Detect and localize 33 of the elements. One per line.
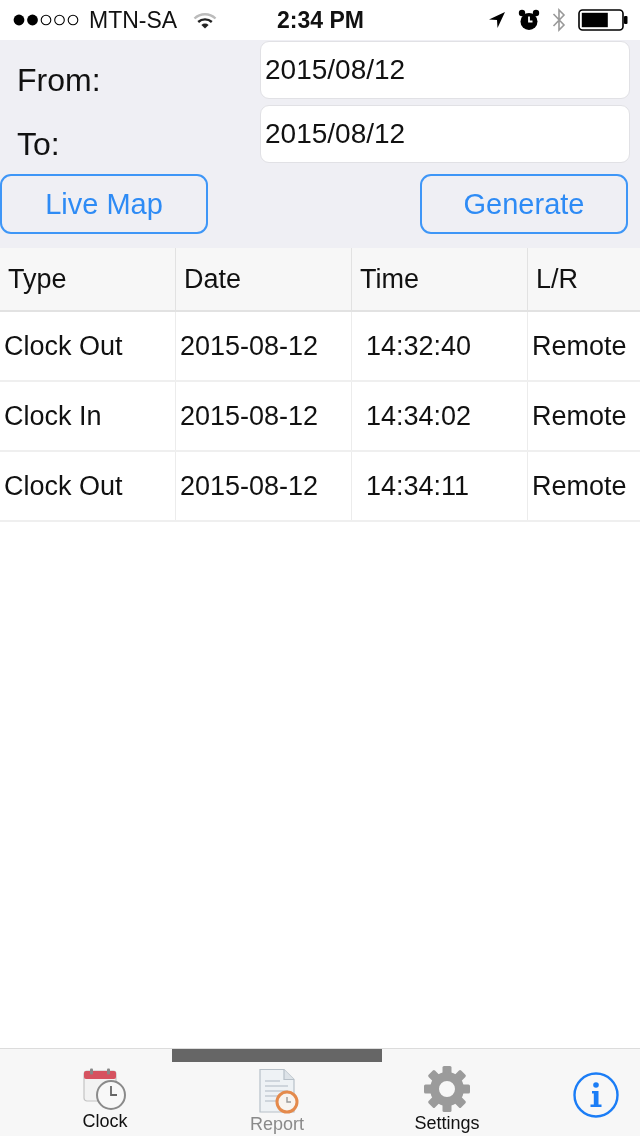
table-cell: 2015-08-12 xyxy=(176,452,352,520)
tab-bar-item[interactable]: Settings xyxy=(382,1049,512,1136)
location-arrow-icon xyxy=(488,11,506,29)
table-cell-text: Remote xyxy=(531,469,628,503)
carrier-name: MTN-SA xyxy=(89,6,178,34)
field-label: From: xyxy=(16,62,101,98)
bluetooth-icon xyxy=(552,7,566,33)
table-cell: Clock Out xyxy=(0,312,176,380)
date-field[interactable]: 2015/08/12 xyxy=(260,105,630,163)
battery-icon xyxy=(578,9,628,31)
table-cell: Clock In xyxy=(0,382,176,450)
table-cell: 14:34:02 xyxy=(352,382,528,450)
signal-strength-icon xyxy=(13,14,79,26)
date-field[interactable]: 2015/08/12 xyxy=(260,41,630,99)
table-cell-text: Remote xyxy=(531,329,628,363)
table-cell: 2015-08-12 xyxy=(176,382,352,450)
column-header: Date xyxy=(176,248,352,310)
table-cell: 2015-08-12 xyxy=(176,312,352,380)
column-header: Type xyxy=(0,248,176,310)
gear-icon xyxy=(423,1065,471,1113)
tab-bar-item[interactable]: Clock xyxy=(38,1049,172,1136)
clock-time: 2:34 PM xyxy=(277,6,364,34)
field-label: To: xyxy=(16,126,60,162)
info-icon[interactable] xyxy=(573,1071,619,1118)
wifi-icon xyxy=(193,11,218,29)
calendar-clock-icon xyxy=(82,1067,128,1111)
alarm-clock-icon xyxy=(518,9,540,31)
column-header: L/R xyxy=(535,262,580,296)
column-header: Time xyxy=(352,248,528,310)
table-cell: 14:34:11 xyxy=(352,452,528,520)
table-cell: 14:32:40 xyxy=(352,312,528,380)
table-cell-text: Remote xyxy=(531,399,628,433)
table-cell: Clock Out xyxy=(0,452,176,520)
